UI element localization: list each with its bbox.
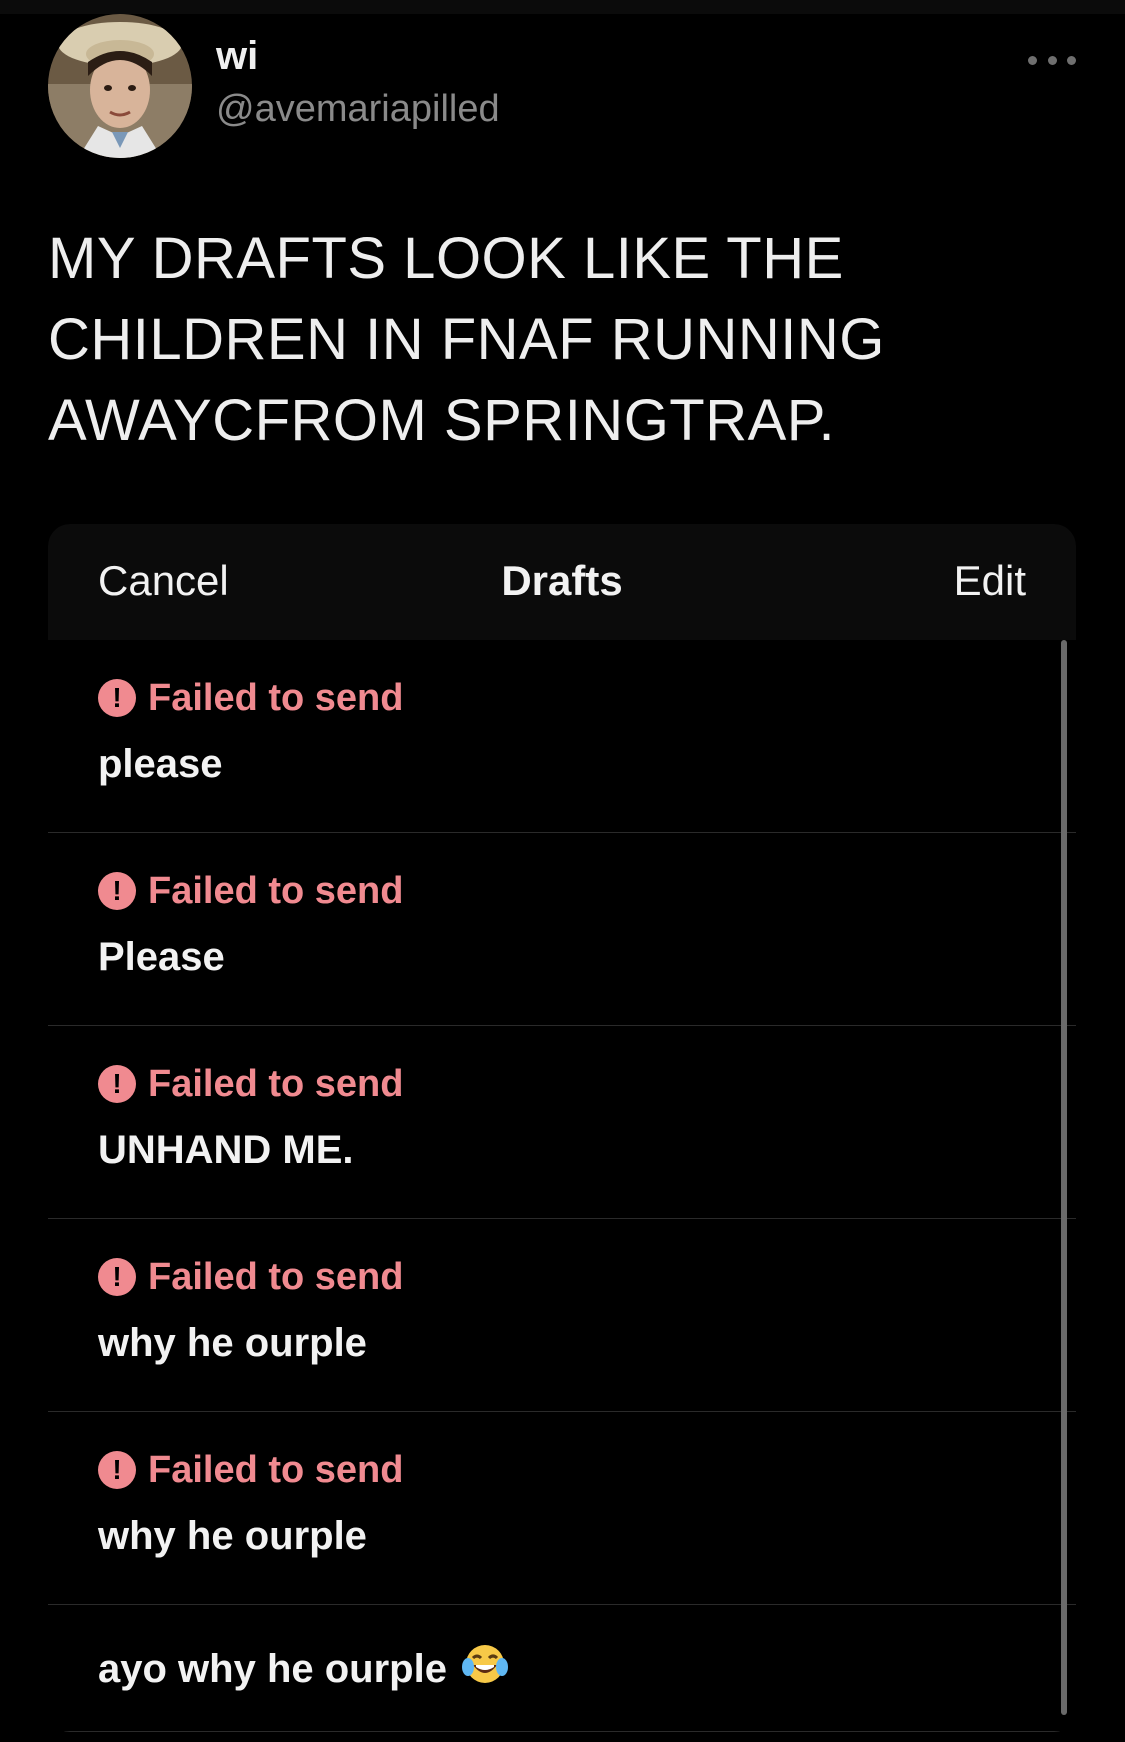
- drafts-header: Drafts Cancel Edit: [48, 524, 1076, 640]
- draft-text: Please: [98, 935, 225, 979]
- alert-icon: !: [98, 1258, 136, 1296]
- failed-status: ! Failed to send: [98, 1448, 404, 1491]
- draft-text: ayo why he ourple: [98, 1646, 447, 1691]
- draft-text: why he ourple: [98, 1514, 367, 1558]
- status-text: Failed to send: [148, 676, 404, 719]
- avatar[interactable]: [48, 14, 192, 158]
- draft-text-row: ayo why he ourple: [98, 1643, 509, 1694]
- draft-item[interactable]: ! Failed to send why he ourple: [48, 1412, 1076, 1605]
- failed-status: ! Failed to send: [98, 676, 404, 719]
- draft-item[interactable]: ! Failed to send please: [48, 640, 1076, 833]
- alert-icon: !: [98, 1065, 136, 1103]
- status-text: Failed to send: [148, 1448, 404, 1491]
- more-dots-icon[interactable]: [1028, 48, 1076, 72]
- alert-icon: !: [98, 872, 136, 910]
- draft-item[interactable]: ! Failed to send UNHAND ME.: [48, 1026, 1076, 1219]
- alert-icon: !: [98, 1451, 136, 1489]
- status-text: Failed to send: [148, 1255, 404, 1298]
- draft-item[interactable]: ! Failed to send Please: [48, 833, 1076, 1026]
- status-text: Failed to send: [148, 869, 404, 912]
- alert-icon: !: [98, 679, 136, 717]
- failed-status: ! Failed to send: [98, 869, 404, 912]
- failed-status: ! Failed to send: [98, 1255, 404, 1298]
- drafts-list: ! Failed to send please ! Failed to send…: [48, 640, 1076, 1732]
- profile-photo-icon: [48, 14, 192, 158]
- failed-status: ! Failed to send: [98, 1062, 404, 1105]
- user-handle[interactable]: @avemariapilled: [216, 88, 500, 131]
- drafts-screenshot: Drafts Cancel Edit ! Failed to send plea…: [48, 524, 1076, 1732]
- top-strip: [0, 0, 1125, 14]
- cancel-button[interactable]: Cancel: [98, 560, 229, 602]
- draft-text: why he ourple: [98, 1321, 367, 1365]
- draft-item[interactable]: ! Failed to send why he ourple: [48, 1219, 1076, 1412]
- draft-text: please: [98, 742, 223, 786]
- tears-of-joy-emoji-icon: [461, 1643, 509, 1694]
- draft-item[interactable]: ayo why he ourple: [48, 1605, 1076, 1732]
- edit-button[interactable]: Edit: [954, 560, 1026, 602]
- draft-text: UNHAND ME.: [98, 1128, 354, 1172]
- tweet-text: MY DRAFTS LOOK LIKE THE CHILDREN IN FNAF…: [48, 226, 885, 453]
- status-text: Failed to send: [148, 1062, 404, 1105]
- display-name[interactable]: wi: [216, 34, 258, 79]
- scrollbar[interactable]: [1061, 640, 1067, 1715]
